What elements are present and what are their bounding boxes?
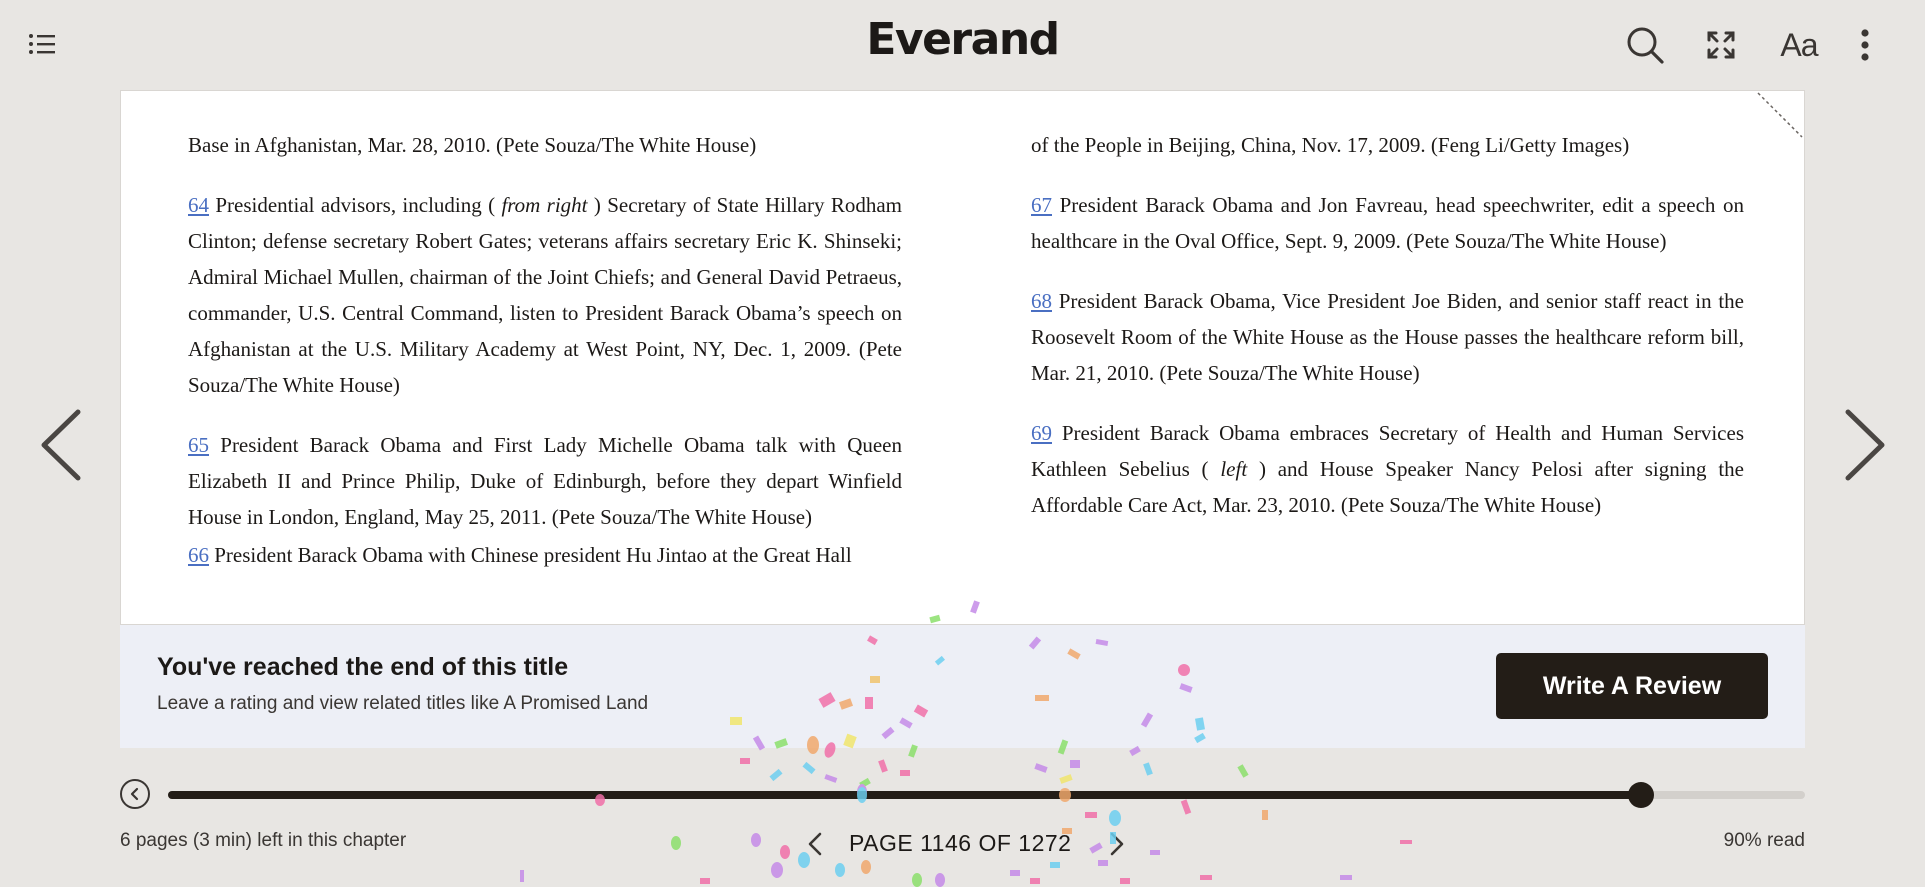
note-link-64[interactable]: 64 <box>188 193 209 217</box>
chevron-left-icon <box>130 787 139 801</box>
paragraph: of the People in Beijing, China, Nov. 17… <box>1031 127 1744 163</box>
paragraph: 67 President Barack Obama and Jon Favrea… <box>1031 187 1744 259</box>
more-options-button[interactable] <box>1850 24 1880 66</box>
next-page-button[interactable] <box>1102 828 1132 860</box>
chevron-left-icon <box>41 409 81 481</box>
top-toolbar: Everand Aa <box>0 0 1925 90</box>
search-icon <box>1627 27 1664 64</box>
italic-text: left <box>1220 457 1248 481</box>
page-navigator: PAGE 1146 OF 1272 <box>780 822 1140 866</box>
paragraph-text: Base in Afghanistan, Mar. 28, 2010. (Pet… <box>188 133 757 157</box>
reading-progress <box>120 776 1805 812</box>
paragraph-text: ) Secretary of State Hillary Rodham Clin… <box>188 193 903 397</box>
page-indicator: PAGE 1146 OF 1272 <box>849 830 1072 856</box>
paragraph: 68 President Barack Obama, Vice Presiden… <box>1031 283 1744 391</box>
fullscreen-button[interactable] <box>1698 24 1744 66</box>
paragraph: Base in Afghanistan, Mar. 28, 2010. (Pet… <box>188 127 902 163</box>
end-of-title-banner: You've reached the end of this title Lea… <box>120 625 1805 748</box>
banner-subtitle: Leave a rating and view related titles l… <box>157 693 649 714</box>
chevron-left-icon <box>808 832 822 856</box>
paragraph: 66 President Barack Obama with Chinese p… <box>188 537 902 573</box>
bookmark-corner[interactable] <box>1756 91 1804 139</box>
note-link-66[interactable]: 66 <box>188 543 209 567</box>
paragraph-text: President Barack Obama, Vice President J… <box>1031 289 1744 385</box>
search-button[interactable] <box>1620 22 1670 68</box>
paragraph-text: of the People in Beijing, China, Nov. 17… <box>1031 133 1630 157</box>
left-text-column: Base in Afghanistan, Mar. 28, 2010. (Pet… <box>188 127 902 597</box>
paragraph: 64 Presidential advisors, including ( fr… <box>188 187 902 403</box>
paragraph-text: President Barack Obama with Chinese pres… <box>209 543 852 567</box>
progress-slider-handle[interactable] <box>1628 782 1655 808</box>
paragraph-text: President Barack Obama and First Lady Mi… <box>188 433 902 529</box>
italic-text: from right <box>501 193 588 217</box>
previous-page-arrow[interactable] <box>30 400 90 490</box>
note-link-65[interactable]: 65 <box>188 433 209 457</box>
chapter-remaining-text: 6 pages (3 min) left in this chapter <box>120 830 407 851</box>
progress-track[interactable] <box>168 782 1805 808</box>
note-link-69[interactable]: 69 <box>1031 421 1052 445</box>
expand-icon <box>1707 31 1735 59</box>
note-link-68[interactable]: 68 <box>1031 289 1052 313</box>
chevron-right-icon <box>1845 409 1885 481</box>
progress-fill <box>168 791 1642 799</box>
more-vertical-icon <box>1861 29 1869 61</box>
paragraph: 69 President Barack Obama embraces Secre… <box>1031 415 1744 523</box>
next-page-arrow[interactable] <box>1836 400 1896 490</box>
note-link-67[interactable]: 67 <box>1031 193 1052 217</box>
percent-read-text: 90% read <box>1723 830 1805 851</box>
previous-page-button[interactable] <box>800 828 830 860</box>
paragraph-text: President Barack Obama and Jon Favreau, … <box>1031 193 1744 253</box>
paragraph-text: Presidential advisors, including ( <box>209 193 502 217</box>
banner-title: You've reached the end of this title <box>157 653 569 681</box>
right-text-column: of the People in Beijing, China, Nov. 17… <box>1031 127 1744 547</box>
chevron-right-icon <box>1110 832 1124 856</box>
paragraph: 65 President Barack Obama and First Lady… <box>188 427 902 535</box>
book-page: Base in Afghanistan, Mar. 28, 2010. (Pet… <box>120 90 1805 625</box>
font-settings-button[interactable]: Aa <box>1776 24 1822 66</box>
jump-back-button[interactable] <box>120 779 150 809</box>
write-review-button[interactable]: Write A Review <box>1496 653 1768 719</box>
